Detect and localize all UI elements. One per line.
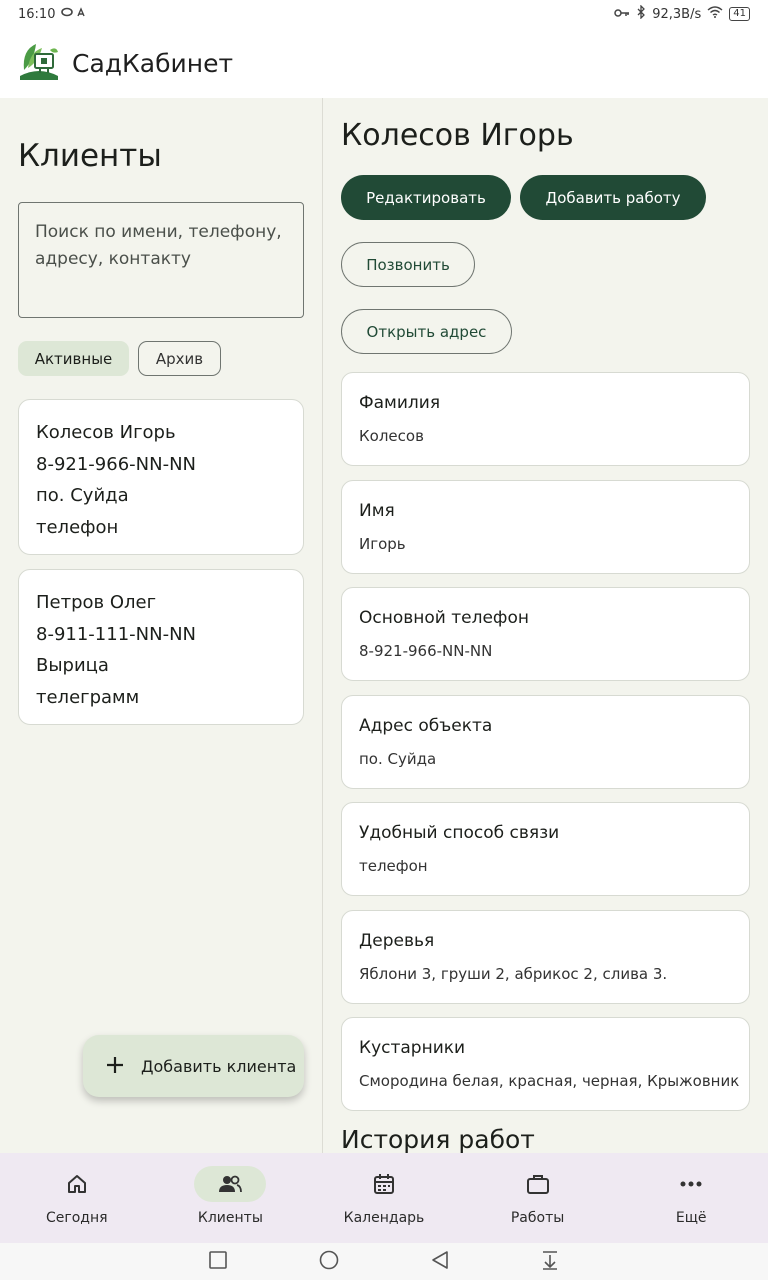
nav-label: Работы: [510, 1210, 565, 1226]
field-value: телефон: [359, 857, 428, 875]
app-title: СадКабинет: [72, 48, 234, 78]
nav-label: Ещё: [675, 1210, 707, 1226]
field-label: Удобный способ связи: [359, 823, 560, 843]
bottom-navigation: Сегодня Клиенты Календарь Работы Ещё: [0, 1153, 768, 1243]
nav-item-calendar[interactable]: Календарь: [307, 1153, 461, 1243]
notification-icons: [61, 6, 91, 22]
notification-pull-icon[interactable]: [541, 1250, 559, 1274]
field-label: Фамилия: [359, 393, 441, 413]
home-circle-icon[interactable]: [319, 1250, 339, 1274]
field-value: 8-921-966-NN-NN: [359, 642, 493, 660]
call-button[interactable]: Позвонить: [341, 242, 475, 287]
open-address-button[interactable]: Открыть адрес: [341, 309, 512, 354]
bluetooth-icon: [636, 4, 646, 23]
clients-pane: Клиенты Поиск по имени, телефону, адресу…: [0, 98, 322, 1153]
client-contact: телефон: [36, 516, 119, 538]
key-icon: [614, 7, 630, 22]
field-card-surname: Фамилия Колесов: [341, 372, 750, 466]
field-label: Основной телефон: [359, 608, 529, 628]
nav-item-works[interactable]: Работы: [461, 1153, 615, 1243]
add-work-button[interactable]: Добавить работу: [520, 175, 706, 220]
field-value: Яблони 3, груши 2, абрикос 2, слива 3.: [359, 965, 668, 983]
field-value: Игорь: [359, 535, 406, 553]
client-card[interactable]: Петров Олег 8-911-111-NN-NN Вырица телег…: [18, 569, 304, 725]
system-navigation-bar: [0, 1243, 768, 1280]
field-label: Адрес объекта: [359, 716, 493, 736]
status-right: 92,3B/s 41: [614, 4, 750, 23]
home-icon: [41, 1166, 113, 1202]
work-history-title: История работ: [341, 1125, 535, 1153]
field-card-first-name: Имя Игорь: [341, 480, 750, 574]
client-contact: телеграмм: [36, 686, 140, 708]
search-input[interactable]: Поиск по имени, телефону, адресу, контак…: [18, 202, 304, 318]
client-detail-name: Колесов Игорь: [341, 118, 574, 153]
field-value: Смородина белая, красная, черная, Крыжов…: [359, 1072, 740, 1090]
clients-title: Клиенты: [18, 138, 162, 174]
nav-label: Сегодня: [46, 1210, 108, 1226]
client-phone: 8-921-966-NN-NN: [36, 453, 197, 475]
app-bar: СадКабинет: [0, 28, 768, 98]
filter-chip-active[interactable]: Активные: [18, 341, 129, 376]
client-phone: 8-911-111-NN-NN: [36, 623, 197, 645]
nav-label: Клиенты: [197, 1210, 263, 1226]
briefcase-icon: [502, 1166, 574, 1202]
field-label: Деревья: [359, 931, 435, 951]
wifi-icon: [707, 6, 723, 22]
field-card-address: Адрес объекта по. Суйда: [341, 695, 750, 789]
field-card-contact-method: Удобный способ связи телефон: [341, 802, 750, 896]
client-card[interactable]: Колесов Игорь 8-921-966-NN-NN по. Суйда …: [18, 399, 304, 555]
people-icon: [194, 1166, 267, 1202]
nav-label: Календарь: [343, 1210, 425, 1226]
field-label: Кустарники: [359, 1038, 466, 1058]
network-speed: 92,3B/s: [652, 6, 702, 22]
nav-item-clients[interactable]: Клиенты: [154, 1153, 308, 1243]
status-left: 16:10: [18, 6, 91, 22]
status-time: 16:10: [18, 6, 56, 22]
filter-chip-archive[interactable]: Архив: [138, 341, 221, 376]
edit-button[interactable]: Редактировать: [341, 175, 511, 220]
add-client-label: Добавить клиента: [141, 1056, 297, 1076]
field-card-shrubs: Кустарники Смородина белая, красная, чер…: [341, 1017, 750, 1111]
plus-icon: [105, 1051, 125, 1081]
more-icon: [655, 1166, 727, 1202]
client-address: по. Суйда: [36, 485, 129, 506]
field-value: Колесов: [359, 427, 424, 445]
field-card-trees: Деревья Яблони 3, груши 2, абрикос 2, сл…: [341, 910, 750, 1004]
add-client-button[interactable]: Добавить клиента: [83, 1035, 304, 1097]
status-bar: 16:10 92,3B/s 41: [0, 0, 768, 28]
app-logo: [18, 40, 60, 86]
nav-item-more[interactable]: Ещё: [614, 1153, 768, 1243]
recents-icon[interactable]: [209, 1250, 227, 1273]
battery-icon: 41: [729, 7, 750, 21]
client-name: Петров Олег: [36, 592, 157, 613]
back-icon[interactable]: [431, 1250, 449, 1274]
client-detail-pane: Колесов Игорь Редактировать Добавить раб…: [323, 98, 768, 1153]
calendar-icon: [348, 1166, 420, 1202]
client-name: Колесов Игорь: [36, 422, 176, 443]
field-label: Имя: [359, 501, 395, 521]
nav-item-today[interactable]: Сегодня: [0, 1153, 154, 1243]
client-address: Вырица: [36, 655, 109, 676]
field-value: по. Суйда: [359, 750, 437, 768]
field-card-phone: Основной телефон 8-921-966-NN-NN: [341, 587, 750, 681]
